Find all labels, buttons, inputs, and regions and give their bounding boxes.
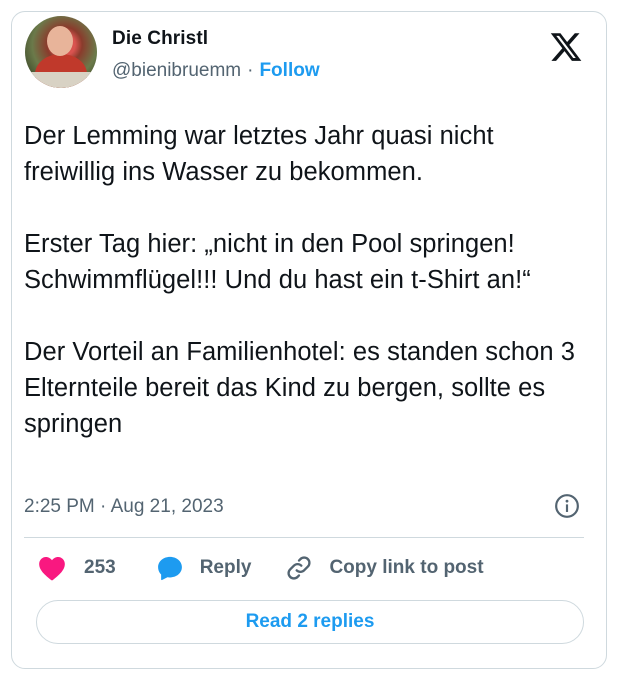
link-icon (287, 556, 312, 580)
author-handle-row: @bienibruemm · Follow (112, 60, 320, 82)
author-handle[interactable]: @bienibruemm (112, 60, 241, 81)
avatar-table (25, 72, 97, 88)
avatar[interactable] (25, 16, 97, 88)
like-button[interactable]: 253 (38, 555, 116, 581)
info-icon[interactable] (554, 493, 580, 519)
read-replies-label: Read 2 replies (245, 611, 375, 632)
divider (24, 537, 584, 538)
reply-button[interactable]: Reply (156, 554, 252, 582)
like-count: 253 (84, 557, 116, 578)
heart-icon (39, 557, 65, 581)
tweet-text: Der Lemming war letztes Jahr quasi nicht… (24, 122, 575, 438)
avatar-face (47, 26, 73, 56)
copy-link-button[interactable]: Copy link to post (285, 554, 484, 582)
copy-link-label: Copy link to post (329, 557, 484, 578)
follow-button[interactable]: Follow (259, 60, 319, 81)
author-display-name[interactable]: Die Christl (112, 28, 208, 50)
reply-label: Reply (199, 557, 252, 578)
separator-dot: · (247, 60, 254, 81)
speech-bubble-icon (157, 556, 182, 581)
read-replies-button[interactable]: Read 2 replies (36, 600, 584, 644)
tweet-timestamp[interactable]: 2:25 PM · Aug 21, 2023 (24, 496, 224, 518)
tweet-actions: 253 Reply Copy link to post (38, 552, 484, 584)
x-logo-icon[interactable] (548, 30, 584, 64)
